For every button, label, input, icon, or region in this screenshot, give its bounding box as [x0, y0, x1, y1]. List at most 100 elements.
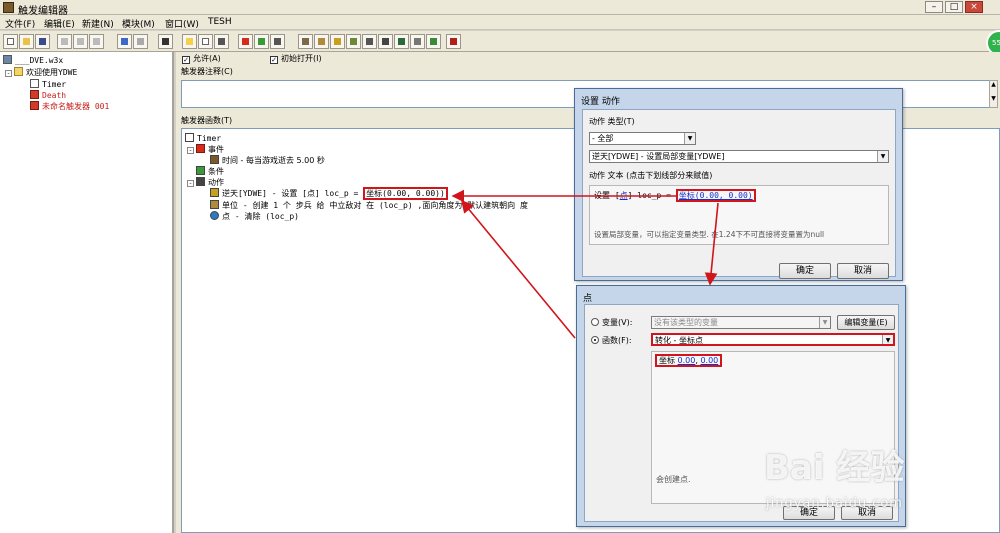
- comment-scrollbar[interactable]: ▲ ▼: [989, 80, 998, 108]
- action-description: 设置局部变量，可以指定变量类型. 在1.24下不可直接将变量置为null: [594, 230, 825, 239]
- variable-radio[interactable]: 变量(V):: [591, 317, 632, 328]
- terrain-icon[interactable]: [298, 34, 313, 49]
- new-event-icon[interactable]: [238, 34, 253, 49]
- redo-icon[interactable]: [133, 34, 148, 49]
- value-link[interactable]: 坐标(0.00, 0.00): [679, 191, 753, 200]
- new-condition-icon[interactable]: [254, 34, 269, 49]
- menu-tesh[interactable]: TESH: [208, 17, 232, 27]
- action-text-box: 设置 [点] loc_p = 坐标(0.00, 0.00) 设置局部变量，可以指…: [589, 185, 889, 245]
- action-type-select[interactable]: - 全部 ▼: [589, 132, 696, 145]
- func-action-set-local[interactable]: 逆天[YDWE] - 设置 [点] loc_p = 坐标(0.00, 0.00)…: [210, 187, 448, 200]
- disabled-trigger-icon: [30, 101, 39, 110]
- type-link[interactable]: 点: [620, 191, 628, 200]
- chevron-down-icon[interactable]: ▼: [819, 317, 830, 328]
- title-bar: 触发编辑器 – □ ×: [0, 0, 1000, 17]
- comment-label: 触发器注释(C): [181, 67, 233, 76]
- unit-icon: [210, 200, 219, 209]
- close-icon[interactable]: ×: [965, 1, 983, 13]
- new-trigger-icon[interactable]: [198, 34, 213, 49]
- object-editor-icon[interactable]: [346, 34, 361, 49]
- radio-on-icon[interactable]: [591, 336, 599, 344]
- edit-variable-button[interactable]: 编辑变量(E): [837, 315, 895, 330]
- minimize-icon[interactable]: –: [925, 1, 943, 13]
- function-radio[interactable]: 函数(F):: [591, 335, 632, 346]
- sound-editor-icon[interactable]: [330, 34, 345, 49]
- action-icon: [210, 188, 219, 197]
- tree-map-node[interactable]: ___DVE.w3x: [3, 55, 63, 65]
- tree-root-node[interactable]: - 欢迎使用YDWE: [5, 67, 77, 78]
- dialog-title: 点: [583, 294, 593, 304]
- copy-icon[interactable]: [73, 34, 88, 49]
- tree-item-death[interactable]: Death: [30, 90, 66, 100]
- condition-icon: [196, 166, 205, 175]
- radio-off-icon[interactable]: [591, 318, 599, 326]
- menu-new[interactable]: 新建(N): [82, 17, 114, 30]
- tree-item-unnamed[interactable]: 未命名触发器 001: [30, 101, 109, 112]
- set-action-body: 动作 类型(T) - 全部 ▼ 逆天[YDWE] - 设置局部变量[YDWE] ▼ …: [582, 109, 896, 279]
- func-actions-node[interactable]: - 动作: [187, 177, 224, 188]
- save-icon[interactable]: [35, 34, 50, 49]
- action-text: 设置 [点] loc_p = 坐标(0.00, 0.00): [594, 189, 756, 202]
- open-folder-icon[interactable]: [19, 34, 34, 49]
- paste-icon[interactable]: [89, 34, 104, 49]
- tree-item-timer[interactable]: Timer: [30, 79, 66, 89]
- baidu-watermark: Bai 经验 jingyan.baidu.com: [760, 440, 995, 525]
- func-action-create-unit[interactable]: 单位 - 创建 1 个 步兵 给 中立敌对 在 (loc_p) ,面向角度为 默…: [210, 200, 528, 211]
- ok-button[interactable]: 确定: [779, 263, 831, 279]
- cut-icon[interactable]: [57, 34, 72, 49]
- terrain-editor-icon[interactable]: [158, 34, 173, 49]
- app-icon: [3, 2, 14, 13]
- menu-edit[interactable]: 编辑(E): [44, 17, 75, 30]
- action-text-label: 动作 文本 (点击下划线部分来赋值): [589, 171, 713, 180]
- menu-bar: 文件(F) 编辑(E) 新建(N) 模块(M) 窗口(W) TESH: [0, 15, 1000, 30]
- folder-icon: [14, 67, 23, 76]
- object-manager-icon[interactable]: [394, 34, 409, 49]
- new-comment-icon[interactable]: [214, 34, 229, 49]
- menu-module[interactable]: 模块(M): [122, 17, 155, 30]
- unit-editor-icon[interactable]: [314, 34, 329, 49]
- function-select[interactable]: 转化 - 坐标点 ▼: [651, 333, 895, 346]
- coord-text: 坐标 0.00, 0.00: [655, 354, 723, 367]
- menu-file[interactable]: 文件(F): [5, 17, 35, 30]
- cancel-button[interactable]: 取消: [837, 263, 889, 279]
- import-manager-icon[interactable]: [410, 34, 425, 49]
- coord-y-link[interactable]: 0.00: [700, 356, 718, 365]
- func-events-node[interactable]: - 事件: [187, 144, 224, 155]
- collapse-icon[interactable]: -: [187, 180, 194, 187]
- trigger-tree[interactable]: ___DVE.w3x - 欢迎使用YDWE Timer Death 未命名触发器 …: [0, 52, 174, 533]
- initially-on-checkbox[interactable]: ✓ 初始打开(I): [270, 53, 322, 64]
- maximize-icon[interactable]: □: [945, 1, 963, 13]
- point-icon: [210, 211, 219, 220]
- watermark-url: jingyan.baidu.com: [766, 496, 903, 511]
- disabled-trigger-icon: [30, 90, 39, 99]
- undo-icon[interactable]: [117, 34, 132, 49]
- checkbox-checked-icon[interactable]: ✓: [270, 56, 278, 64]
- function-hint: 会创建点.: [656, 475, 691, 484]
- new-category-icon[interactable]: [182, 34, 197, 49]
- new-file-icon[interactable]: [3, 34, 18, 49]
- menu-window[interactable]: 窗口(W): [165, 17, 199, 30]
- checkbox-checked-icon[interactable]: ✓: [182, 56, 190, 64]
- func-event-item[interactable]: 时间 - 每当游戏逝去 5.00 秒: [210, 155, 325, 166]
- collapse-icon[interactable]: -: [187, 147, 194, 154]
- variable-select[interactable]: 没有该类型的变量 ▼: [651, 316, 831, 329]
- func-conditions-node[interactable]: 条件: [196, 166, 224, 177]
- script-editor-icon[interactable]: [426, 34, 441, 49]
- func-action-clear-point[interactable]: 点 - 清除 (loc_p): [210, 211, 299, 222]
- test-map-icon[interactable]: [446, 34, 461, 49]
- enabled-checkbox[interactable]: ✓ 允许(A): [182, 53, 221, 64]
- coord-x-link[interactable]: 0.00: [678, 356, 696, 365]
- campaign-editor-icon[interactable]: [362, 34, 377, 49]
- new-action-icon[interactable]: [270, 34, 285, 49]
- toolbar: [0, 31, 1000, 52]
- chevron-down-icon[interactable]: ▼: [684, 133, 695, 144]
- func-trigger-name[interactable]: Timer: [185, 133, 221, 143]
- chevron-down-icon[interactable]: ▼: [882, 335, 893, 344]
- watermark-logo: Bai 经验: [764, 448, 905, 488]
- ai-editor-icon[interactable]: [378, 34, 393, 49]
- action-select[interactable]: 逆天[YDWE] - 设置局部变量[YDWE] ▼: [589, 150, 889, 163]
- collapse-icon[interactable]: -: [5, 70, 12, 77]
- action-type-label: 动作 类型(T): [589, 117, 635, 126]
- chevron-down-icon[interactable]: ▼: [877, 151, 888, 162]
- action-icon: [196, 177, 205, 186]
